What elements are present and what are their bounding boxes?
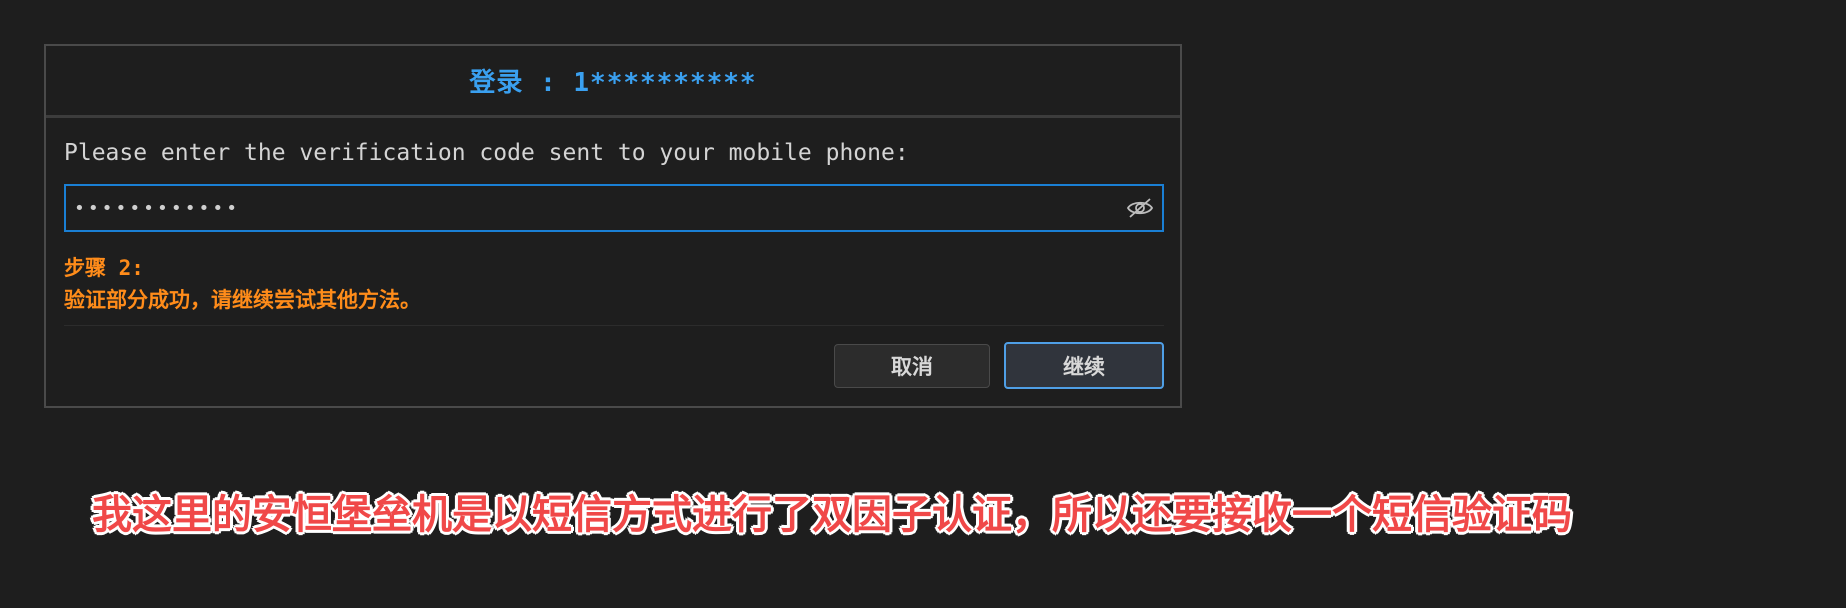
verification-code-field (64, 184, 1164, 232)
verification-code-input[interactable] (66, 186, 1118, 230)
status-text: 验证部分成功，请继续尝试其他方法。 (64, 288, 421, 312)
status-step: 步骤 2: (64, 256, 144, 280)
eye-slash-icon[interactable] (1118, 186, 1162, 230)
dialog-title: 登录 : 1********** (469, 68, 757, 98)
status-message: 步骤 2: 验证部分成功，请继续尝试其他方法。 (64, 252, 421, 316)
continue-button[interactable]: 继续 (1004, 342, 1164, 389)
divider (64, 325, 1164, 326)
verification-dialog: 登录 : 1********** Please enter the verifi… (44, 44, 1182, 408)
verification-prompt: Please enter the verification code sent … (64, 140, 909, 166)
dialog-header: 登录 : 1********** (46, 46, 1180, 118)
annotation-caption: 我这里的安恒堡垒机是以短信方式进行了双因子认证，所以还要接收一个短信验证码 (92, 492, 1572, 538)
cancel-button[interactable]: 取消 (834, 344, 990, 388)
